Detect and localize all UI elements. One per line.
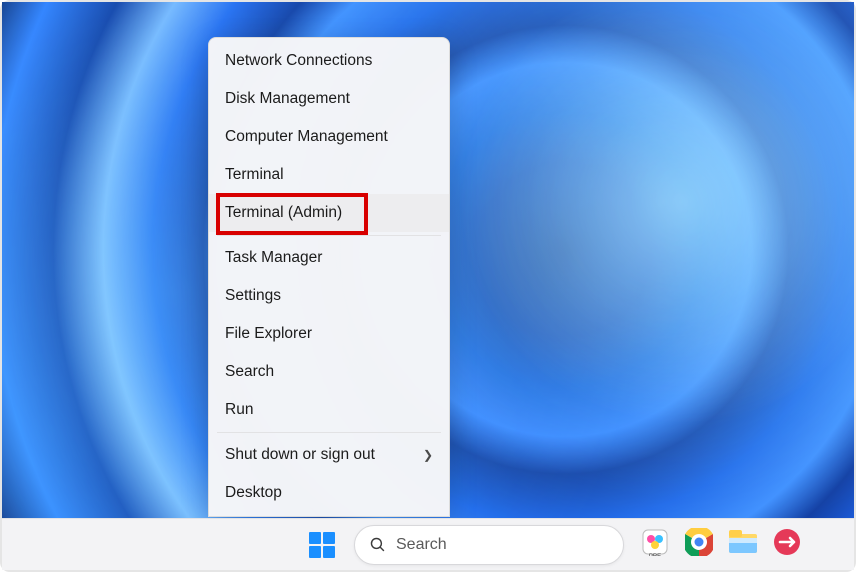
copilot-preview-icon: PRE [641, 528, 669, 561]
menu-item-file-explorer[interactable]: File Explorer [209, 315, 449, 353]
menu-item-label: Shut down or sign out [225, 446, 375, 464]
screenshot-frame: Network Connections Disk Management Comput… [0, 0, 856, 572]
menu-item-settings[interactable]: Settings [209, 277, 449, 315]
menu-item-search[interactable]: Search [209, 353, 449, 391]
menu-item-shut-down[interactable]: Shut down or sign out ❯ [209, 436, 449, 474]
menu-separator [217, 235, 441, 236]
taskbar-app-copilot-pre[interactable]: PRE [638, 528, 672, 562]
menu-item-network-connections[interactable]: Network Connections [209, 42, 449, 80]
menu-item-disk-management[interactable]: Disk Management [209, 80, 449, 118]
chrome-icon [685, 528, 713, 561]
menu-item-label: Network Connections [225, 52, 372, 70]
menu-item-terminal[interactable]: Terminal [209, 156, 449, 194]
menu-item-desktop[interactable]: Desktop [209, 474, 449, 512]
menu-item-computer-management[interactable]: Computer Management [209, 118, 449, 156]
taskbar-search[interactable]: Search [354, 525, 624, 565]
start-button[interactable] [302, 525, 342, 565]
menu-item-label: Terminal [225, 166, 284, 184]
taskbar-app-chrome[interactable] [682, 528, 716, 562]
menu-item-label: Run [225, 401, 253, 419]
windows-logo-icon [309, 532, 335, 558]
menu-item-task-manager[interactable]: Task Manager [209, 239, 449, 277]
taskbar-app-app-red[interactable] [770, 528, 804, 562]
menu-item-label: Computer Management [225, 128, 388, 146]
menu-item-run[interactable]: Run [209, 391, 449, 429]
svg-text:PRE: PRE [649, 554, 661, 556]
menu-item-label: Terminal (Admin) [225, 204, 342, 222]
taskbar-pinned-apps: PRE [638, 528, 804, 562]
menu-item-terminal-admin[interactable]: Terminal (Admin) [209, 194, 449, 232]
menu-item-label: Search [225, 363, 274, 381]
menu-separator [217, 432, 441, 433]
menu-item-label: Settings [225, 287, 281, 305]
taskbar-search-placeholder: Search [396, 536, 447, 554]
app-icon [773, 528, 801, 561]
menu-item-label: Disk Management [225, 90, 350, 108]
chevron-right-icon: ❯ [423, 448, 433, 462]
taskbar: Search PRE [2, 518, 854, 570]
taskbar-app-explorer[interactable] [726, 528, 760, 562]
menu-item-label: Desktop [225, 484, 282, 502]
start-context-menu: Network Connections Disk Management Comput… [208, 37, 450, 517]
menu-item-label: File Explorer [225, 325, 312, 343]
search-icon [369, 536, 386, 553]
menu-item-label: Task Manager [225, 249, 322, 267]
file-explorer-icon [728, 529, 758, 560]
